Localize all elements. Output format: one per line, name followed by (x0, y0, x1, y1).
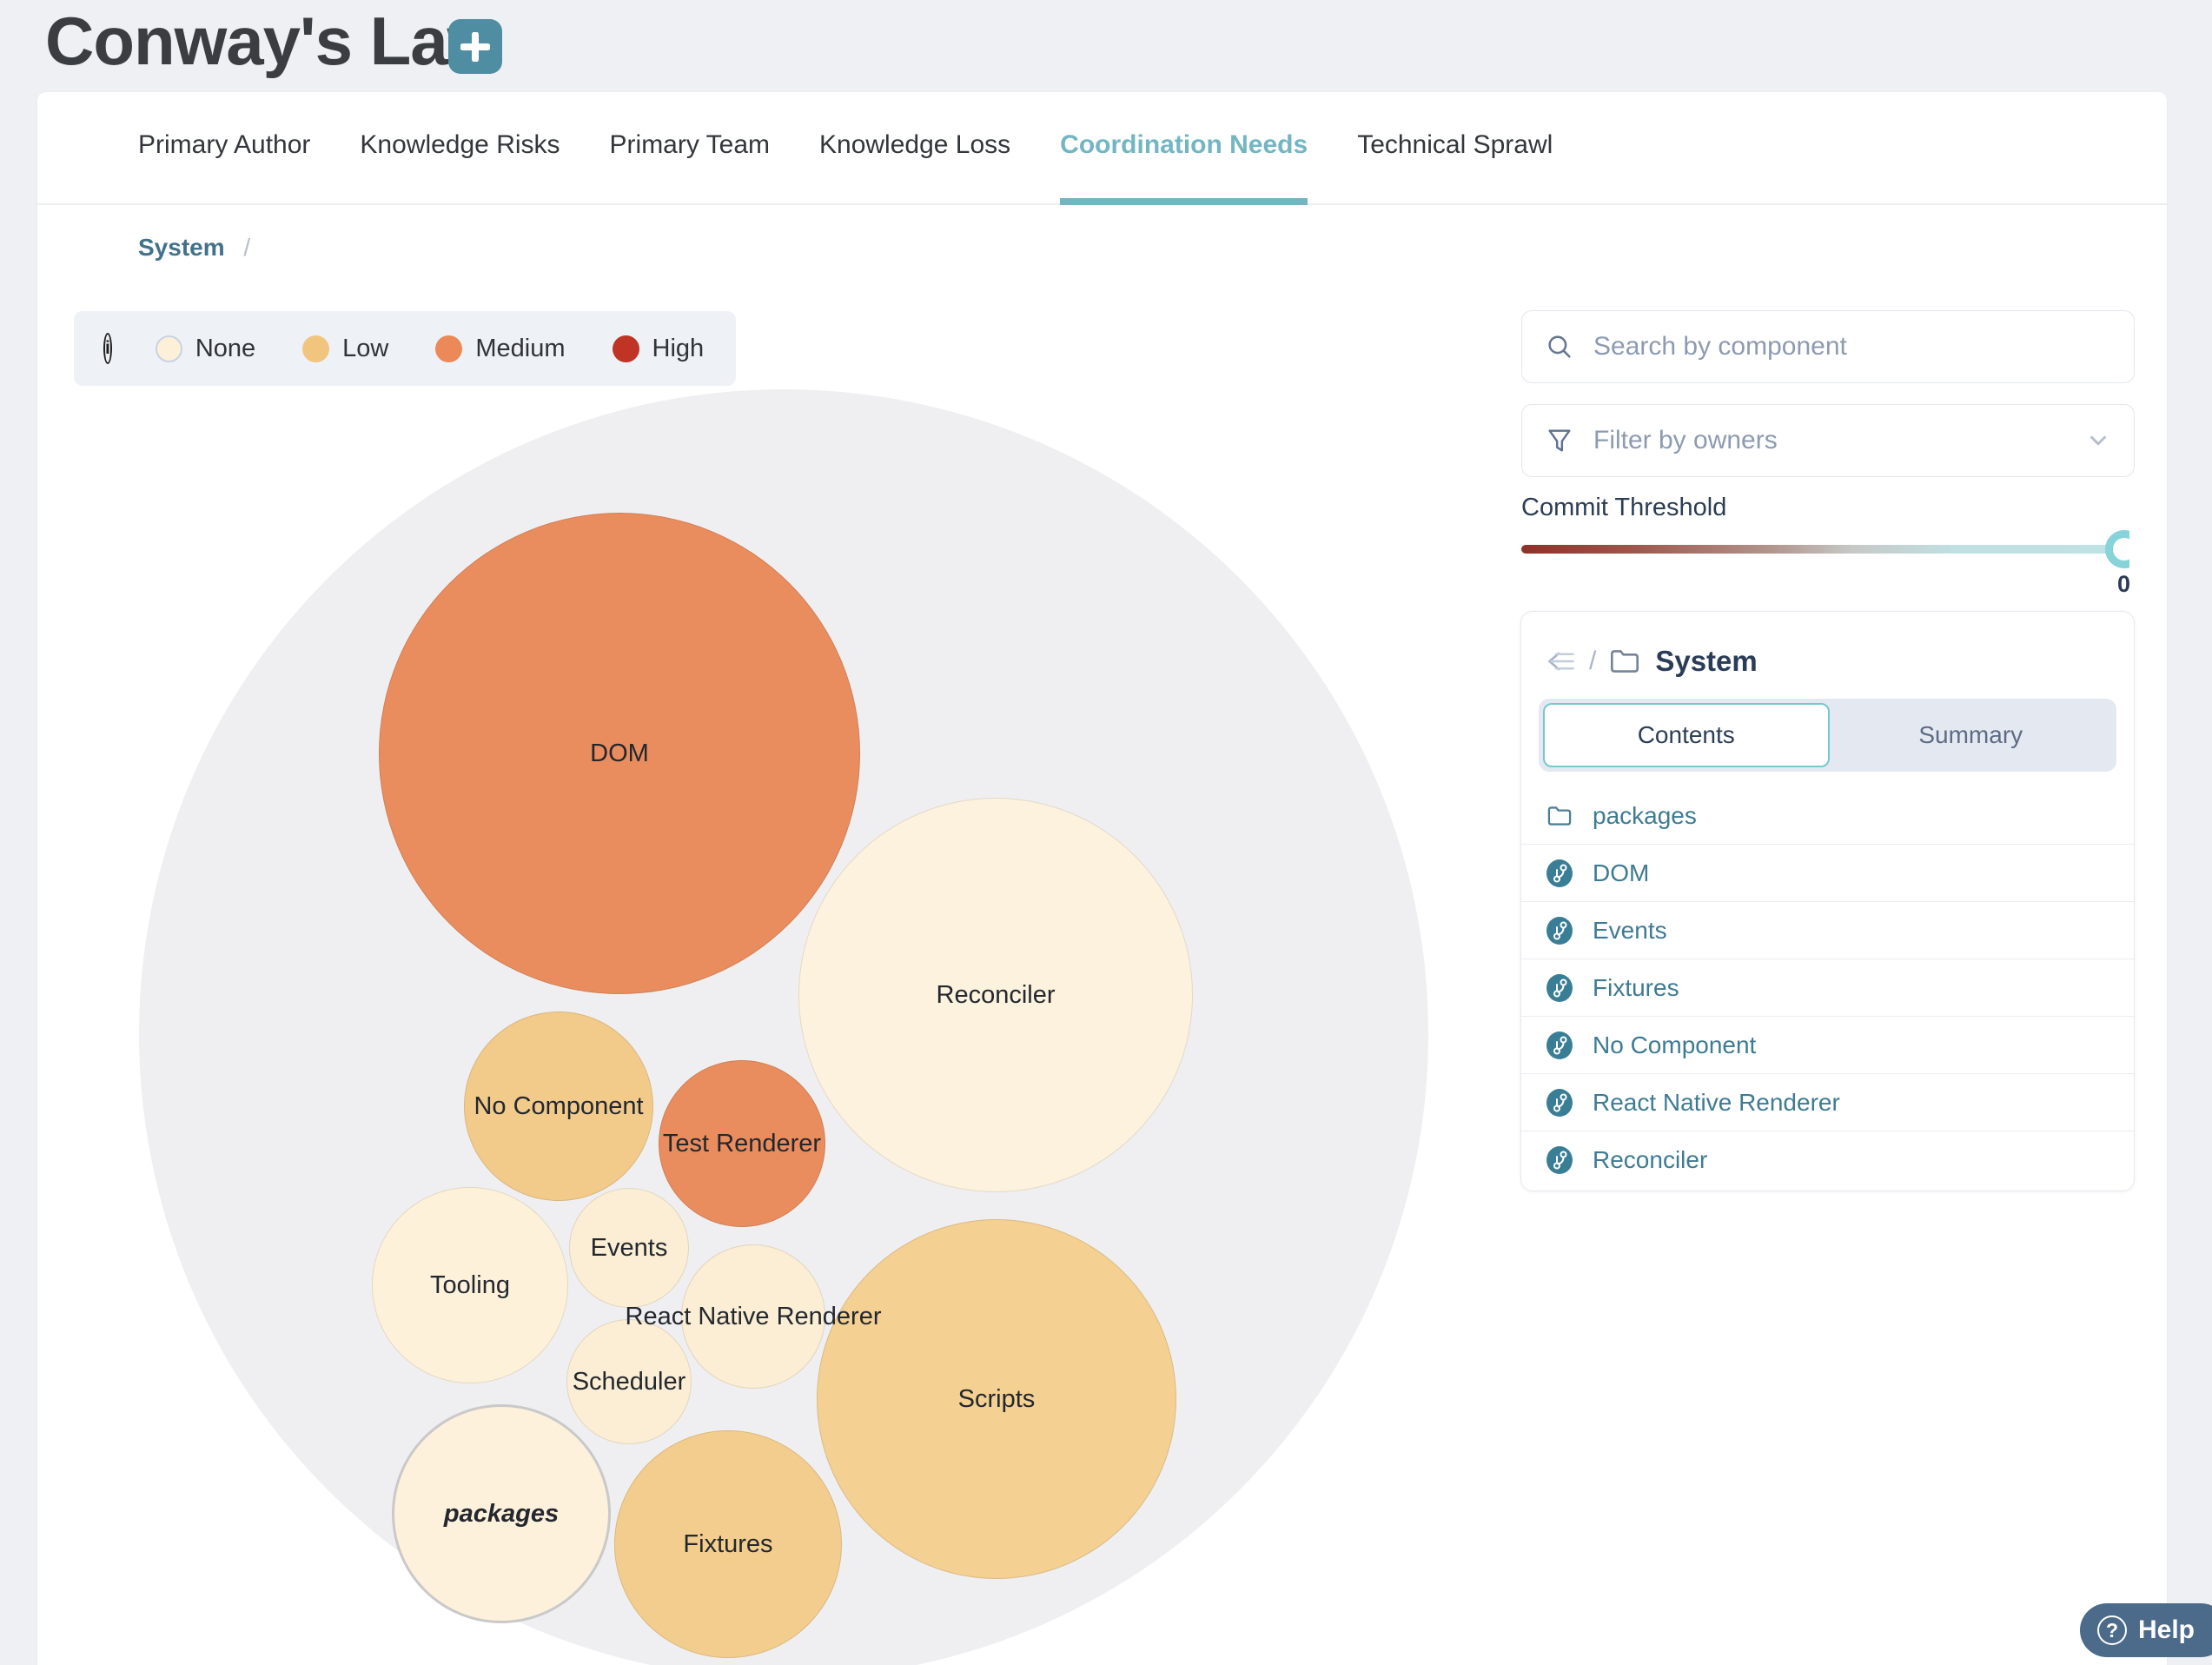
git-branch-icon (1546, 1146, 1573, 1174)
bubble-label: No Component (474, 1092, 643, 1121)
info-icon[interactable]: i (103, 333, 112, 364)
bubble-label: Scheduler (573, 1368, 686, 1396)
git-branch-icon (1546, 974, 1573, 1002)
legend-label: High (652, 335, 705, 363)
back-icon[interactable] (1546, 648, 1577, 674)
legend-item-high: High (613, 335, 705, 363)
legend-item-none: None (156, 335, 255, 363)
slider-handle[interactable] (2105, 530, 2129, 568)
git-branch-icon (1546, 859, 1573, 887)
bubble-no-component[interactable]: No Component (464, 1012, 653, 1201)
panel-header: / System (1546, 645, 1758, 678)
git-branch-icon (1546, 1032, 1573, 1059)
bubble-label: Test Renderer (663, 1130, 821, 1158)
plus-icon (460, 32, 490, 62)
tab-primary-author[interactable]: Primary Author (138, 130, 310, 205)
legend-item-medium: Medium (435, 335, 565, 363)
git-branch-icon (1546, 917, 1573, 945)
bubble-scripts[interactable]: Scripts (817, 1219, 1176, 1579)
tab-knowledge-risks[interactable]: Knowledge Risks (360, 130, 560, 205)
slider-value: 0 (2117, 571, 2129, 598)
list-item-label: No Component (1593, 1032, 1756, 1059)
bubble-dom[interactable]: DOM (379, 513, 860, 994)
filter-placeholder: Filter by owners (1593, 426, 1778, 455)
help-label: Help (2138, 1615, 2195, 1645)
legend-dot-low (302, 335, 329, 362)
folder-icon (1546, 804, 1573, 828)
breadcrumb: System / (138, 234, 250, 262)
main-card: Primary Author Knowledge Risks Primary T… (37, 92, 2167, 1665)
legend-dot-high (613, 335, 639, 362)
search-icon (1545, 332, 1574, 362)
tab-knowledge-loss[interactable]: Knowledge Loss (819, 130, 1010, 205)
bubble-label: React Native Renderer (626, 1303, 882, 1331)
bubble-fixtures[interactable]: Fixtures (614, 1430, 842, 1658)
tab-summary[interactable]: Summary (1830, 703, 2113, 767)
bubble-reconciler[interactable]: Reconciler (798, 798, 1193, 1192)
list-item-label: Events (1593, 917, 1667, 945)
list-item-label: packages (1593, 802, 1697, 830)
list-item-dom[interactable]: DOM (1521, 845, 2134, 902)
tab-contents[interactable]: Contents (1543, 703, 1830, 767)
legend-dot-none (156, 335, 182, 362)
bubble-events[interactable]: Events (569, 1188, 689, 1308)
list-item-packages[interactable]: packages (1521, 787, 2134, 845)
list-item-label: React Native Renderer (1593, 1089, 1840, 1117)
list-item-label: DOM (1593, 859, 1649, 887)
bubble-label: Fixtures (683, 1530, 772, 1559)
legend-label: Medium (475, 335, 565, 363)
list-item-fixtures[interactable]: Fixtures (1521, 959, 2134, 1017)
tab-bar: Primary Author Knowledge Risks Primary T… (138, 130, 1553, 205)
legend-dot-medium (435, 335, 462, 362)
tab-coordination-needs[interactable]: Coordination Needs (1060, 130, 1308, 205)
bubble-label: Events (591, 1234, 668, 1263)
slider-track[interactable] (1521, 545, 2124, 554)
system-panel: / System Contents Summary packages (1520, 611, 2135, 1191)
search-input[interactable]: Search by component (1521, 310, 2135, 383)
question-icon: ? (2097, 1615, 2127, 1645)
list-item-events[interactable]: Events (1521, 902, 2134, 959)
bubble-label: Scripts (958, 1385, 1036, 1414)
breadcrumb-separator: / (243, 234, 250, 261)
tab-technical-sprawl[interactable]: Technical Sprawl (1357, 130, 1553, 205)
search-placeholder: Search by component (1593, 332, 1847, 362)
list-item-label: Reconciler (1593, 1146, 1707, 1174)
list-item-label: Fixtures (1593, 974, 1679, 1002)
list-item-no-component[interactable]: No Component (1521, 1017, 2134, 1074)
breadcrumb-system[interactable]: System (138, 234, 225, 261)
commit-threshold-slider: 0 (1521, 524, 2129, 620)
panel-tabs: Contents Summary (1539, 699, 2116, 772)
tab-primary-team[interactable]: Primary Team (610, 130, 770, 205)
help-button[interactable]: ? Help (2080, 1603, 2212, 1657)
panel-title: System (1655, 645, 1757, 678)
bubble-label: packages (444, 1500, 559, 1529)
filter-funnel-icon (1545, 426, 1574, 455)
add-button[interactable] (448, 19, 502, 74)
bubble-test-renderer[interactable]: Test Renderer (659, 1060, 825, 1227)
chevron-down-icon (2085, 428, 2111, 454)
legend-item-low: Low (302, 335, 388, 363)
filter-owners-select[interactable]: Filter by owners (1521, 404, 2135, 477)
legend: i None Low Medium High (74, 311, 736, 386)
legend-label: None (195, 335, 255, 363)
folder-icon (1608, 647, 1641, 676)
legend-label: Low (342, 335, 388, 363)
bubble-packages[interactable]: packages (392, 1404, 611, 1623)
panel-breadcrumb-separator: / (1589, 647, 1596, 676)
list-item-reconciler[interactable]: Reconciler (1521, 1131, 2134, 1189)
bubble-label: Reconciler (937, 981, 1056, 1010)
git-branch-icon (1546, 1089, 1573, 1117)
bubble-tooling[interactable]: Tooling (372, 1187, 568, 1383)
bubble-label: DOM (590, 740, 649, 768)
page-title: Conway's Law (45, 2, 499, 81)
bubble-react-native-renderer[interactable]: React Native Renderer (681, 1244, 825, 1389)
list-item-react-native-renderer[interactable]: React Native Renderer (1521, 1074, 2134, 1131)
bubble-label: Tooling (430, 1271, 510, 1300)
commit-threshold-label: Commit Threshold (1521, 494, 1726, 522)
contents-list: packages DOM Events (1521, 787, 2134, 1189)
bubble-scheduler[interactable]: Scheduler (566, 1319, 692, 1444)
